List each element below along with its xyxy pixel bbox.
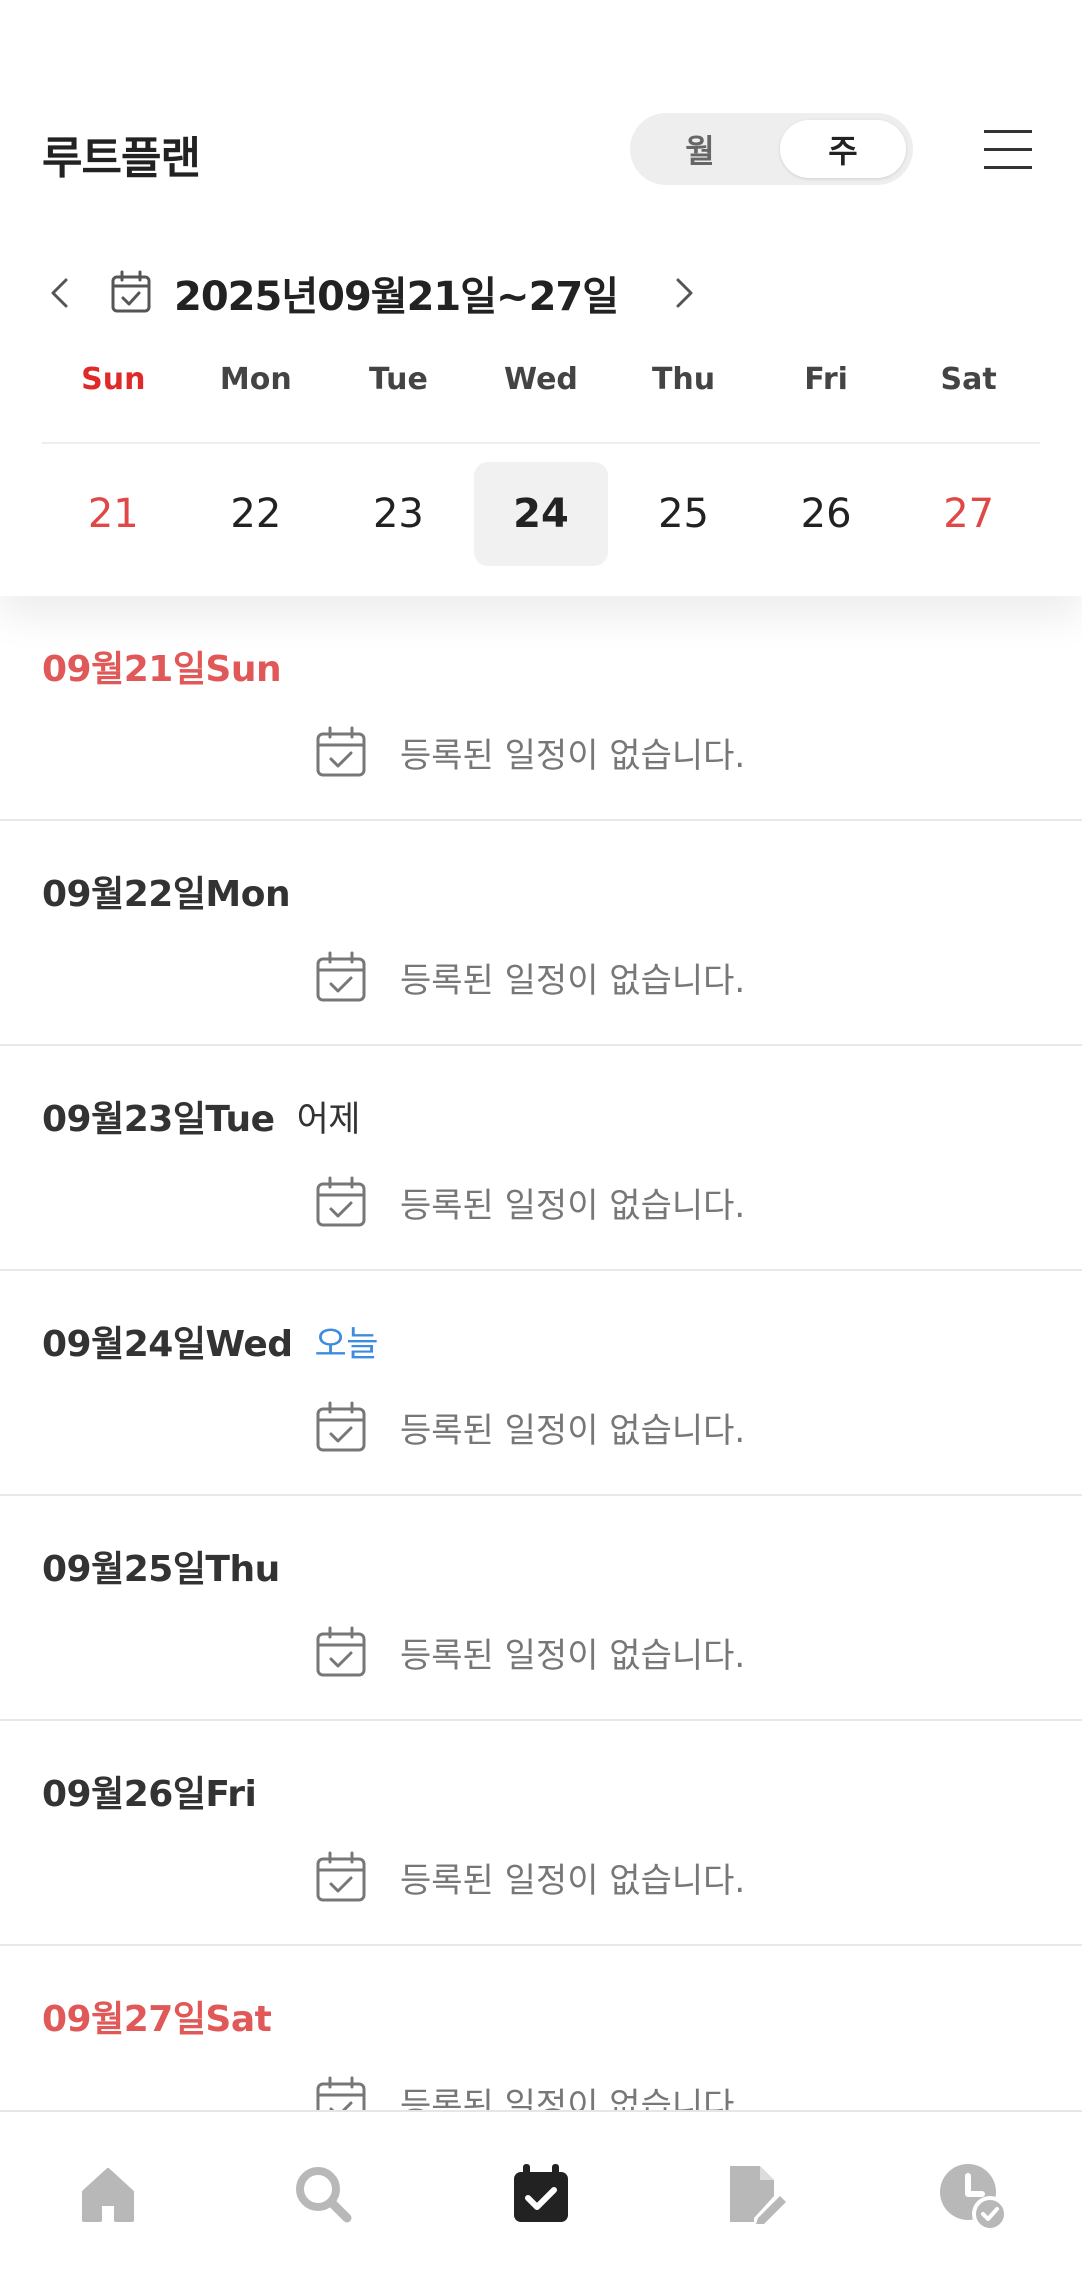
nav-search-button[interactable] [291, 2162, 355, 2226]
empty-schedule-text: 등록된 일정이 없습니다. [400, 1635, 746, 1676]
view-toggle: 월 주 [630, 113, 913, 185]
calendar-check-icon [316, 951, 366, 1002]
calendar-check-icon[interactable] [110, 270, 152, 314]
day-section: 09월22일Mon 등록된 일정이 없습니다. [0, 821, 1082, 1046]
day-heading-text: 09월27일Sat [42, 1999, 272, 2040]
empty-schedule-text: 등록된 일정이 없습니다. [400, 1185, 746, 1226]
empty-schedule: 등록된 일정이 없습니다. [314, 1849, 745, 1905]
app-title: 루트플랜 [42, 133, 201, 184]
empty-schedule-text: 등록된 일정이 없습니다. [400, 735, 746, 776]
day-heading: 09월23일Tue 어제 [42, 1090, 361, 1142]
nav-document-button[interactable] [724, 2162, 788, 2226]
calendar-header: 루트플랜 월 주 2025년09월21일~27일 Sun Mon Tue Wed… [0, 0, 1082, 596]
empty-schedule: 등록된 일정이 없습니다. [314, 1174, 745, 1230]
date-cell[interactable]: 27 [897, 462, 1040, 566]
yesterday-tag: 어제 [296, 1100, 361, 1140]
day-section: 09월23일Tue 어제 등록된 일정이 없습니다. [0, 1046, 1082, 1271]
empty-schedule: 등록된 일정이 없습니다. [314, 724, 745, 780]
calendar-check-icon [316, 1176, 366, 1227]
date-cell[interactable]: 23 [327, 462, 470, 566]
date-cell[interactable]: 25 [612, 462, 755, 566]
today-tag: 오늘 [314, 1325, 379, 1365]
day-section: 09월24일Wed 오늘 등록된 일정이 없습니다. [0, 1271, 1082, 1496]
document-edit-icon [730, 2166, 786, 2224]
nav-home-button[interactable] [76, 2162, 140, 2226]
calendar-check-icon [316, 1626, 366, 1677]
empty-schedule-text: 등록된 일정이 없습니다. [400, 1860, 746, 1901]
clock-check-icon [940, 2164, 1008, 2232]
next-week-button[interactable] [670, 272, 700, 314]
chevron-right-icon [676, 278, 693, 308]
weekday-label: Sat [940, 362, 997, 397]
week-dates: 21 22 23 24 25 26 27 [42, 462, 1040, 566]
weekday-label: Mon [219, 362, 292, 397]
empty-schedule: 등록된 일정이 없습니다. [314, 2074, 745, 2110]
month-view-button[interactable]: 월 [637, 120, 763, 178]
calendar-check-icon [316, 1851, 366, 1902]
empty-schedule: 등록된 일정이 없습니다. [314, 1399, 745, 1455]
empty-schedule: 등록된 일정이 없습니다. [314, 949, 745, 1005]
calendar-check-icon [316, 726, 366, 777]
weekday-label: Thu [651, 362, 716, 397]
hamburger-menu-icon[interactable] [984, 128, 1032, 172]
date-cell-selected[interactable]: 24 [473, 462, 609, 566]
nav-history-button[interactable] [938, 2162, 1008, 2232]
empty-schedule: 등록된 일정이 없습니다. [314, 1624, 745, 1680]
day-section: 09월26일Fri 등록된 일정이 없습니다. [0, 1721, 1082, 1946]
day-heading: 09월22일Mon [42, 865, 291, 917]
previous-week-button[interactable] [44, 272, 74, 314]
day-heading: 09월21일Sun [42, 640, 282, 692]
day-heading-text: 09월26일Fri [42, 1774, 257, 1815]
divider [42, 442, 1040, 444]
weekday-label: Tue [368, 362, 428, 397]
day-heading-text: 09월23일Tue [42, 1099, 275, 1140]
day-heading: 09월24일Wed 오늘 [42, 1315, 378, 1367]
nav-calendar-button[interactable] [509, 2162, 573, 2226]
day-heading: 09월26일Fri [42, 1765, 257, 1817]
calendar-check-icon [514, 2164, 568, 2222]
search-icon [296, 2167, 352, 2223]
calendar-check-icon [316, 1401, 366, 1452]
calendar-check-icon [316, 2076, 366, 2110]
weekday-label: Sun [81, 362, 146, 397]
day-heading-text: 09월22일Mon [42, 874, 291, 915]
day-section: 09월27일Sat 등록된 일정이 없습니다. [0, 1946, 1082, 2110]
day-heading-text: 09월24일Wed [42, 1324, 293, 1365]
week-range-label[interactable]: 2025년09월21일~27일 [174, 264, 619, 322]
date-cell[interactable]: 26 [755, 462, 898, 566]
empty-schedule-text: 등록된 일정이 없습니다. [400, 1410, 746, 1451]
date-cell[interactable]: 21 [42, 462, 185, 566]
chevron-left-icon [51, 278, 68, 308]
weekday-label: Wed [504, 362, 578, 397]
weekday-header: Sun Mon Tue Wed Thu Fri Sat [42, 362, 1040, 406]
day-heading: 09월25일Thu [42, 1540, 280, 1592]
day-heading-text: 09월21일Sun [42, 649, 282, 690]
day-heading-text: 09월25일Thu [42, 1549, 280, 1590]
empty-schedule-text: 등록된 일정이 없습니다. [400, 2085, 746, 2111]
day-section: 09월25일Thu 등록된 일정이 없습니다. [0, 1496, 1082, 1721]
home-icon [82, 2168, 134, 2222]
date-cell[interactable]: 22 [185, 462, 328, 566]
day-schedule-list[interactable]: 09월21일Sun 등록된 일정이 없습니다. 09월22일Mon 등록된 일정… [0, 596, 1082, 2110]
week-view-button[interactable]: 주 [780, 120, 906, 178]
bottom-navigation [0, 2110, 1082, 2276]
day-heading: 09월27일Sat [42, 1990, 272, 2042]
empty-schedule-text: 등록된 일정이 없습니다. [400, 960, 746, 1001]
day-section: 09월21일Sun 등록된 일정이 없습니다. [0, 596, 1082, 821]
weekday-label: Fri [804, 362, 848, 397]
